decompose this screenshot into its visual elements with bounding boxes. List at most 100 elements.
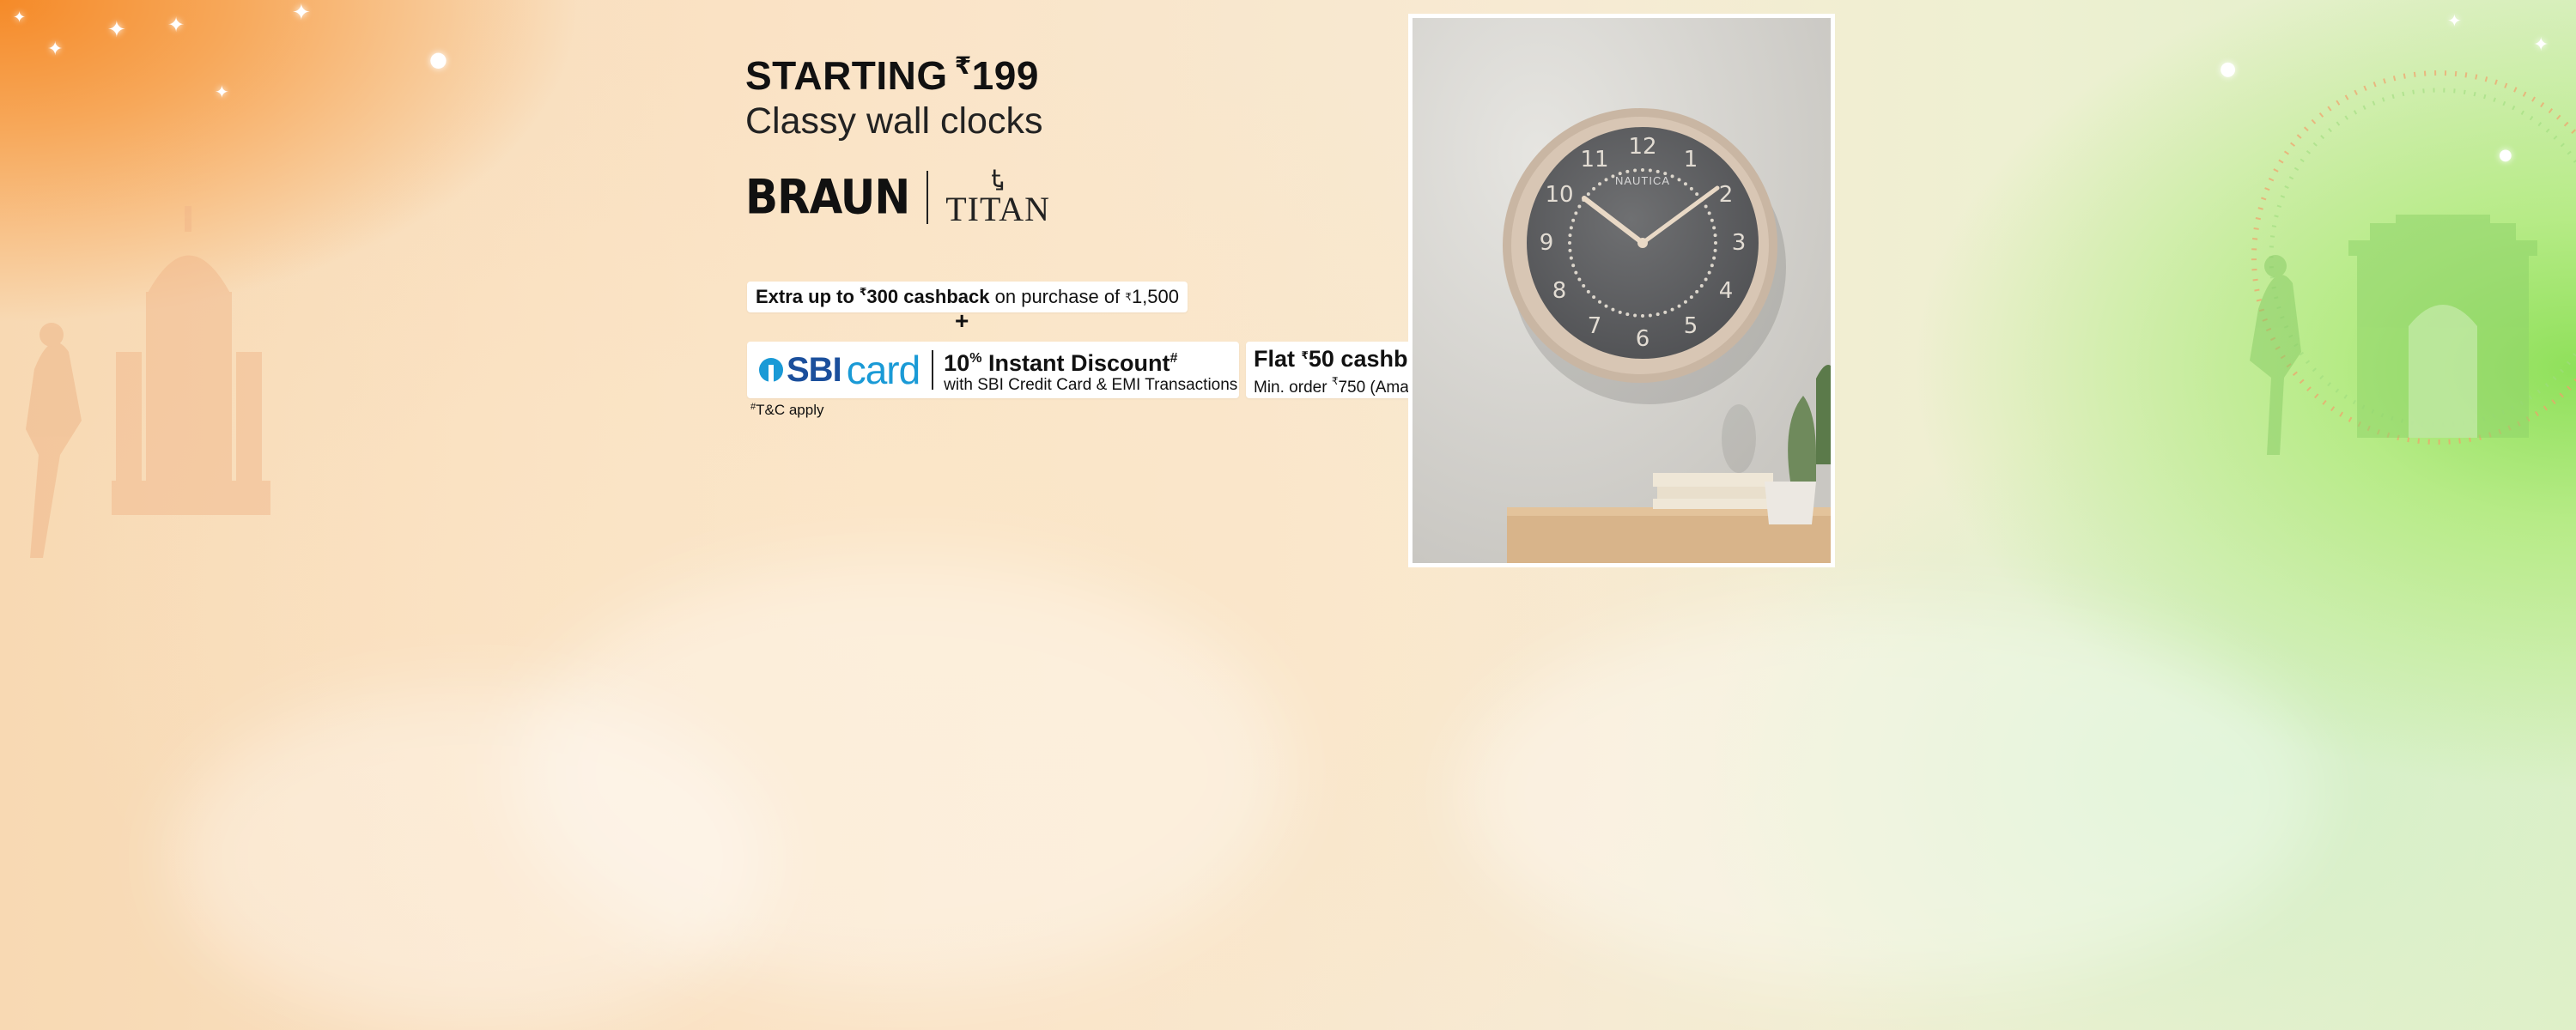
wall-clock-product-image: NAUTICA 12 1 2 3 4 5 6 7 8 9 10 11 <box>1413 18 1831 563</box>
clock-minute-dot <box>1598 300 1602 304</box>
sbi-offer-badge: SBI card 10% Instant Discount# with SBI … <box>747 342 1239 398</box>
titan-wordmark: TITAN <box>945 190 1050 228</box>
clock-minute-dot <box>1714 241 1717 245</box>
clock-minute-dot <box>1656 169 1660 173</box>
clock-minute-dot <box>1707 211 1711 215</box>
clock-minute-dot <box>1695 289 1699 294</box>
clock-minute-dot <box>1663 310 1668 314</box>
cashback-amount: 300 cashback <box>866 286 990 307</box>
instant-discount-subtext: with SBI Credit Card & EMI Transactions <box>944 375 1238 394</box>
sbi-logo-card: card <box>846 348 920 392</box>
clock-minute-dot <box>1641 314 1644 318</box>
background-haze <box>1460 601 2318 987</box>
sparkle-icon: ✦ <box>167 13 185 37</box>
brand-logos: BRAUN Ꮏ TITAN <box>745 167 1050 227</box>
discount-percent: % <box>969 350 982 366</box>
india-gate-silhouette <box>2250 70 2576 455</box>
sbi-card-logo: SBI card <box>759 347 920 393</box>
clock-minute-dot <box>1656 312 1660 317</box>
clock-minute-dot <box>1582 283 1586 288</box>
clock-minute-dot <box>1574 211 1578 215</box>
clock-minute-dot <box>1648 313 1652 318</box>
clock-minute-dot <box>1695 192 1699 197</box>
clock-minute-dot <box>1663 172 1668 176</box>
sparkle-icon: ● <box>429 47 447 71</box>
cashback-prefix: Extra up to <box>756 286 854 307</box>
clock-minute-dot <box>1625 169 1630 173</box>
titan-mark-icon: Ꮏ <box>991 165 1005 193</box>
clock-minute-dot <box>1670 307 1674 312</box>
clock-minute-dot <box>1677 178 1681 182</box>
titan-logo: Ꮏ TITAN <box>945 167 1050 227</box>
sparkle-icon: ✦ <box>292 0 311 26</box>
clock-minute-dot <box>1712 226 1716 230</box>
instant-discount-offer: 10% Instant Discount# with SBI Credit Ca… <box>944 346 1237 395</box>
instant-discount-title: 10% Instant Discount# <box>944 346 1237 376</box>
clock-minute-dot <box>1713 248 1717 252</box>
banner-headline: STARTING ₹199 Classy wall clocks <box>745 52 1518 142</box>
heading-prefix: STARTING <box>745 53 948 98</box>
rupee-symbol: ₹ <box>954 52 972 79</box>
clock-minute-dot <box>1569 226 1573 230</box>
clock-hands <box>1507 168 1831 563</box>
clock-minute-dot <box>1633 313 1637 318</box>
sparkle-icon: ✦ <box>2447 10 2462 31</box>
discount-mark: # <box>1170 350 1178 366</box>
terms-and-conditions[interactable]: #T&C apply <box>750 402 824 419</box>
clock-minute-dot <box>1592 186 1596 191</box>
clock-minute-dot <box>1641 168 1644 172</box>
clock-minute-dot <box>1689 186 1693 191</box>
flat-prefix: Flat <box>1254 346 1296 372</box>
clock-minute-dot <box>1618 172 1622 176</box>
background-haze <box>172 687 773 1030</box>
product-image-frame[interactable]: NAUTICA 12 1 2 3 4 5 6 7 8 9 10 11 <box>1408 14 1835 567</box>
clock-minute-dot <box>1571 218 1576 222</box>
clock-minute-dot <box>1699 283 1704 288</box>
clock-minute-dot <box>1633 168 1637 173</box>
sparkle-icon: ✦ <box>107 17 126 43</box>
clock-minute-dot <box>1707 270 1711 275</box>
clock-minute-dot <box>1710 264 1714 268</box>
sparkle-icon: ● <box>2499 146 2512 164</box>
clock-minute-dot <box>1569 256 1573 260</box>
braun-logo: BRAUN <box>745 170 910 225</box>
sparkle-icon: ✦ <box>215 82 229 102</box>
clock-minute-dot <box>1683 300 1687 304</box>
clock-minute-dot <box>1568 248 1572 252</box>
sparkle-icon: ● <box>2220 58 2237 80</box>
tnc-text: T&C apply <box>756 402 824 418</box>
sparkle-icon: ✦ <box>2533 34 2549 56</box>
clock-minute-dot <box>1625 312 1630 317</box>
sparkle-icon: ✦ <box>47 39 64 60</box>
clock-minute-dot <box>1586 192 1590 197</box>
sparkle-icon: ✦ <box>13 9 27 27</box>
clock-minute-dot <box>1604 304 1608 308</box>
clock-minute-dot <box>1618 310 1622 314</box>
clock-minute-dot <box>1568 233 1572 238</box>
clock-minute-dot <box>1577 277 1582 282</box>
clock-minute-dot <box>1712 256 1716 260</box>
cashback-middle: on purchase of <box>994 286 1121 307</box>
clock-minute-dot <box>1710 218 1714 222</box>
sbi-divider <box>932 350 934 390</box>
sbi-logo-icon <box>759 358 783 382</box>
clock-minute-dot <box>1670 174 1674 179</box>
clock-minute-dot <box>1689 295 1693 300</box>
clock-minute-dot <box>1704 277 1708 282</box>
clock-minute-dot <box>1568 241 1571 245</box>
clock-minute-dot <box>1683 182 1687 186</box>
rupee-symbol: ₹ <box>1125 291 1132 303</box>
clock-minute-dot <box>1577 204 1582 209</box>
cashback-threshold: 1,500 <box>1131 286 1179 307</box>
clock-minute-dot <box>1604 178 1608 182</box>
banner-subheading: Classy wall clocks <box>745 100 1043 142</box>
clock-minute-dot <box>1586 289 1590 294</box>
clock-minute-dot <box>1611 174 1615 179</box>
clock-minute-dot <box>1713 233 1717 238</box>
clock-minute-dot <box>1611 307 1615 312</box>
heading-price: 199 <box>971 53 1039 98</box>
starting-price-heading: STARTING ₹199 <box>745 52 1518 99</box>
sbi-logo-text: SBI <box>787 350 842 389</box>
monument-silhouette-left <box>26 206 270 558</box>
clock-minute-dot <box>1574 270 1578 275</box>
